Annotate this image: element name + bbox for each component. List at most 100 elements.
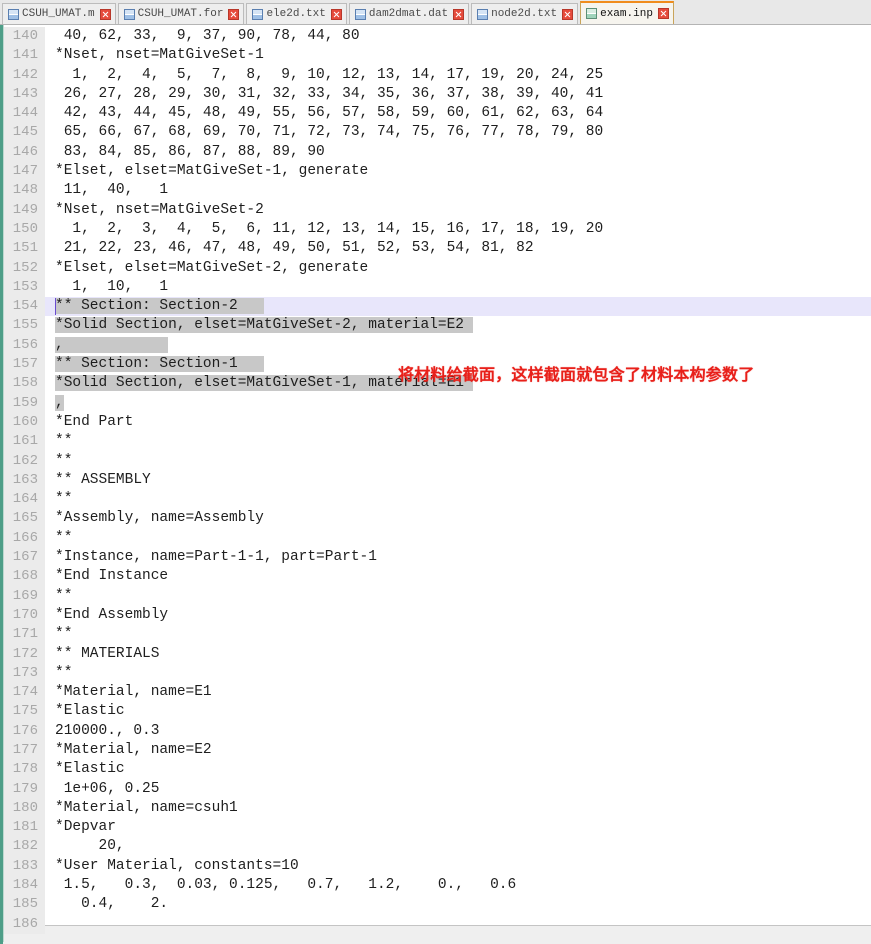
editor-tab-exam-inp[interactable]: exam.inp xyxy=(580,1,674,24)
code-line[interactable]: 156, xyxy=(0,335,871,356)
code-line-text: 1, 10, 1 xyxy=(55,278,169,295)
code-line[interactable]: 147 *Elset, elset=MatGiveSet-1, generate xyxy=(0,162,871,182)
line-number: 173 xyxy=(0,663,45,684)
code-line-text: ** MATERIALS xyxy=(55,645,160,662)
code-line[interactable]: 150 1, 2, 3, 4, 5, 6, 11, 12, 13, 14, 15… xyxy=(0,219,871,240)
close-icon[interactable] xyxy=(562,8,574,20)
code-line[interactable]: 177 *Material, name=E2 xyxy=(0,740,871,761)
code-lines-container[interactable]: 140 40, 62, 33, 9, 37, 90, 78, 44, 80 141… xyxy=(0,27,871,942)
code-line[interactable]: 182 20, xyxy=(0,837,871,857)
code-line[interactable]: 169 ** xyxy=(0,586,871,606)
code-line[interactable]: 164 ** xyxy=(0,490,871,510)
code-line[interactable]: 172 ** MATERIALS xyxy=(0,644,871,664)
code-line[interactable]: 181 *Depvar xyxy=(0,818,871,838)
code-line[interactable]: 152 *Elset, elset=MatGiveSet-2, generate xyxy=(0,258,871,278)
code-line-text: 1, 2, 4, 5, 7, 8, 9, 10, 12, 13, 14, 17,… xyxy=(55,66,604,83)
code-line-text: ** Section: Section-2 xyxy=(55,297,264,316)
code-line[interactable]: 184 1.5, 0.3, 0.03, 0.125, 0.7, 1.2, 0.,… xyxy=(0,876,871,896)
close-icon[interactable] xyxy=(228,8,240,20)
code-line-text: ** xyxy=(55,529,73,546)
code-line[interactable]: 149 *Nset, nset=MatGiveSet-2 xyxy=(0,200,871,220)
code-line[interactable]: 180 *Material, name=csuh1 xyxy=(0,798,871,819)
code-line-text: *Elset, elset=MatGiveSet-2, generate xyxy=(55,259,369,276)
line-number: 177 xyxy=(0,740,45,761)
line-number: 170 xyxy=(0,605,45,626)
editor-tab-csuh-umat-for[interactable]: CSUH_UMAT.for xyxy=(117,3,245,24)
file-icon xyxy=(252,8,264,20)
line-number: 172 xyxy=(0,644,45,664)
code-line[interactable]: 146 83, 84, 85, 86, 87, 88, 89, 90 xyxy=(0,142,871,163)
code-line[interactable]: 151 21, 22, 23, 46, 47, 48, 49, 50, 51, … xyxy=(0,239,871,259)
line-number: 174 xyxy=(0,683,45,703)
line-number: 176 xyxy=(0,721,45,741)
code-line[interactable]: 155 *Solid Section, elset=MatGiveSet-2, m… xyxy=(0,316,871,336)
code-line[interactable]: 185 0.4, 2. xyxy=(0,895,871,915)
close-icon[interactable] xyxy=(330,8,342,20)
code-line[interactable]: 161 ** xyxy=(0,432,871,452)
code-line-text: *Elset, elset=MatGiveSet-1, generate xyxy=(55,163,369,180)
line-number: 154 xyxy=(0,297,45,317)
code-line[interactable]: 162 ** xyxy=(0,451,871,471)
line-number: 185 xyxy=(0,895,45,915)
editor-tab-ele2d-txt[interactable]: ele2d.txt xyxy=(246,3,347,24)
code-line[interactable]: 153 1, 10, 1 xyxy=(0,277,871,298)
code-line-text: *Elastic xyxy=(55,761,125,778)
code-line[interactable]: 142 1, 2, 4, 5, 7, 8, 9, 10, 12, 13, 14,… xyxy=(0,65,871,85)
text-caret xyxy=(55,298,56,316)
code-line-text: 1e+06, 0.25 xyxy=(55,780,160,797)
close-icon[interactable] xyxy=(657,8,669,19)
line-number: 148 xyxy=(0,181,45,201)
code-line[interactable]: 167 *Instance, name=Part-1-1, part=Part-1 xyxy=(0,548,871,568)
line-number: 169 xyxy=(0,586,45,606)
code-line[interactable]: 171 ** xyxy=(0,625,871,645)
code-line[interactable]: 143 26, 27, 28, 29, 30, 31, 32, 33, 34, … xyxy=(0,84,871,105)
code-line-text: *Depvar xyxy=(55,819,116,836)
editor-tab-dam2dmat-dat[interactable]: dam2dmat.dat xyxy=(348,3,470,24)
code-line-text: *End Instance xyxy=(55,568,169,585)
code-line-text: *Nset, nset=MatGiveSet-2 xyxy=(55,201,264,218)
code-line[interactable]: 179 1e+06, 0.25 xyxy=(0,779,871,799)
code-line-text: ** ASSEMBLY xyxy=(55,471,151,488)
code-line[interactable]: 175 *Elastic xyxy=(0,702,871,722)
editor-tab-label: CSUH_UMAT.for xyxy=(137,8,224,20)
editor-tab-label: dam2dmat.dat xyxy=(368,8,449,20)
code-line[interactable]: 170 *End Assembly xyxy=(0,605,871,626)
editor-tab-node2d-txt[interactable]: node2d.txt xyxy=(471,3,579,24)
code-line[interactable]: 173 ** xyxy=(0,663,871,684)
code-line-text: ** xyxy=(55,587,73,604)
code-line[interactable]: 159, xyxy=(0,393,871,413)
code-line-text: ** xyxy=(55,433,73,450)
line-number: 180 xyxy=(0,798,45,819)
code-line[interactable]: 160 *End Part xyxy=(0,412,871,433)
close-icon[interactable] xyxy=(99,8,111,20)
close-icon[interactable] xyxy=(453,8,465,20)
editor-tab-label: exam.inp xyxy=(600,7,653,20)
code-line[interactable]: 163 ** ASSEMBLY xyxy=(0,470,871,491)
code-line[interactable]: 174 *Material, name=E1 xyxy=(0,683,871,703)
code-line[interactable]: 140 40, 62, 33, 9, 37, 90, 78, 44, 80 xyxy=(0,27,871,47)
line-number: 184 xyxy=(0,876,45,896)
code-line-text: 1.5, 0.3, 0.03, 0.125, 0.7, 1.2, 0., 0.6 xyxy=(55,877,517,894)
code-line-text: *Material, name=E2 xyxy=(55,741,212,758)
code-line[interactable]: 183 *User Material, constants=10 xyxy=(0,856,871,877)
line-number: 168 xyxy=(0,567,45,587)
selected-text: , xyxy=(55,336,169,353)
code-line[interactable]: 178 *Elastic xyxy=(0,760,871,780)
code-line-text: *Material, name=csuh1 xyxy=(55,799,238,816)
code-line[interactable]: 165 *Assembly, name=Assembly xyxy=(0,509,871,529)
file-icon xyxy=(477,8,489,20)
code-line[interactable]: 154 ** Section: Section-2 xyxy=(0,297,871,317)
code-line[interactable]: 166 ** xyxy=(0,528,871,549)
code-line[interactable]: 176 210000., 0.3 xyxy=(0,721,871,741)
editor-tab-label: CSUH_UMAT.m xyxy=(22,8,95,20)
line-number: 140 xyxy=(0,27,45,47)
code-line[interactable]: 145 65, 66, 67, 68, 69, 70, 71, 72, 73, … xyxy=(0,123,871,143)
code-line[interactable]: 168 *End Instance xyxy=(0,567,871,587)
code-editor[interactable]: 140 40, 62, 33, 9, 37, 90, 78, 44, 80 141… xyxy=(0,25,871,944)
code-line-text: ** xyxy=(55,664,73,681)
code-line[interactable]: 144 42, 43, 44, 45, 48, 49, 55, 56, 57, … xyxy=(0,104,871,124)
code-line[interactable]: 141 *Nset, nset=MatGiveSet-1 xyxy=(0,46,871,66)
editor-tab-csuh-umat-m[interactable]: CSUH_UMAT.m xyxy=(2,3,116,24)
code-line-text: *End Assembly xyxy=(55,606,169,623)
code-line[interactable]: 148 11, 40, 1 xyxy=(0,181,871,201)
